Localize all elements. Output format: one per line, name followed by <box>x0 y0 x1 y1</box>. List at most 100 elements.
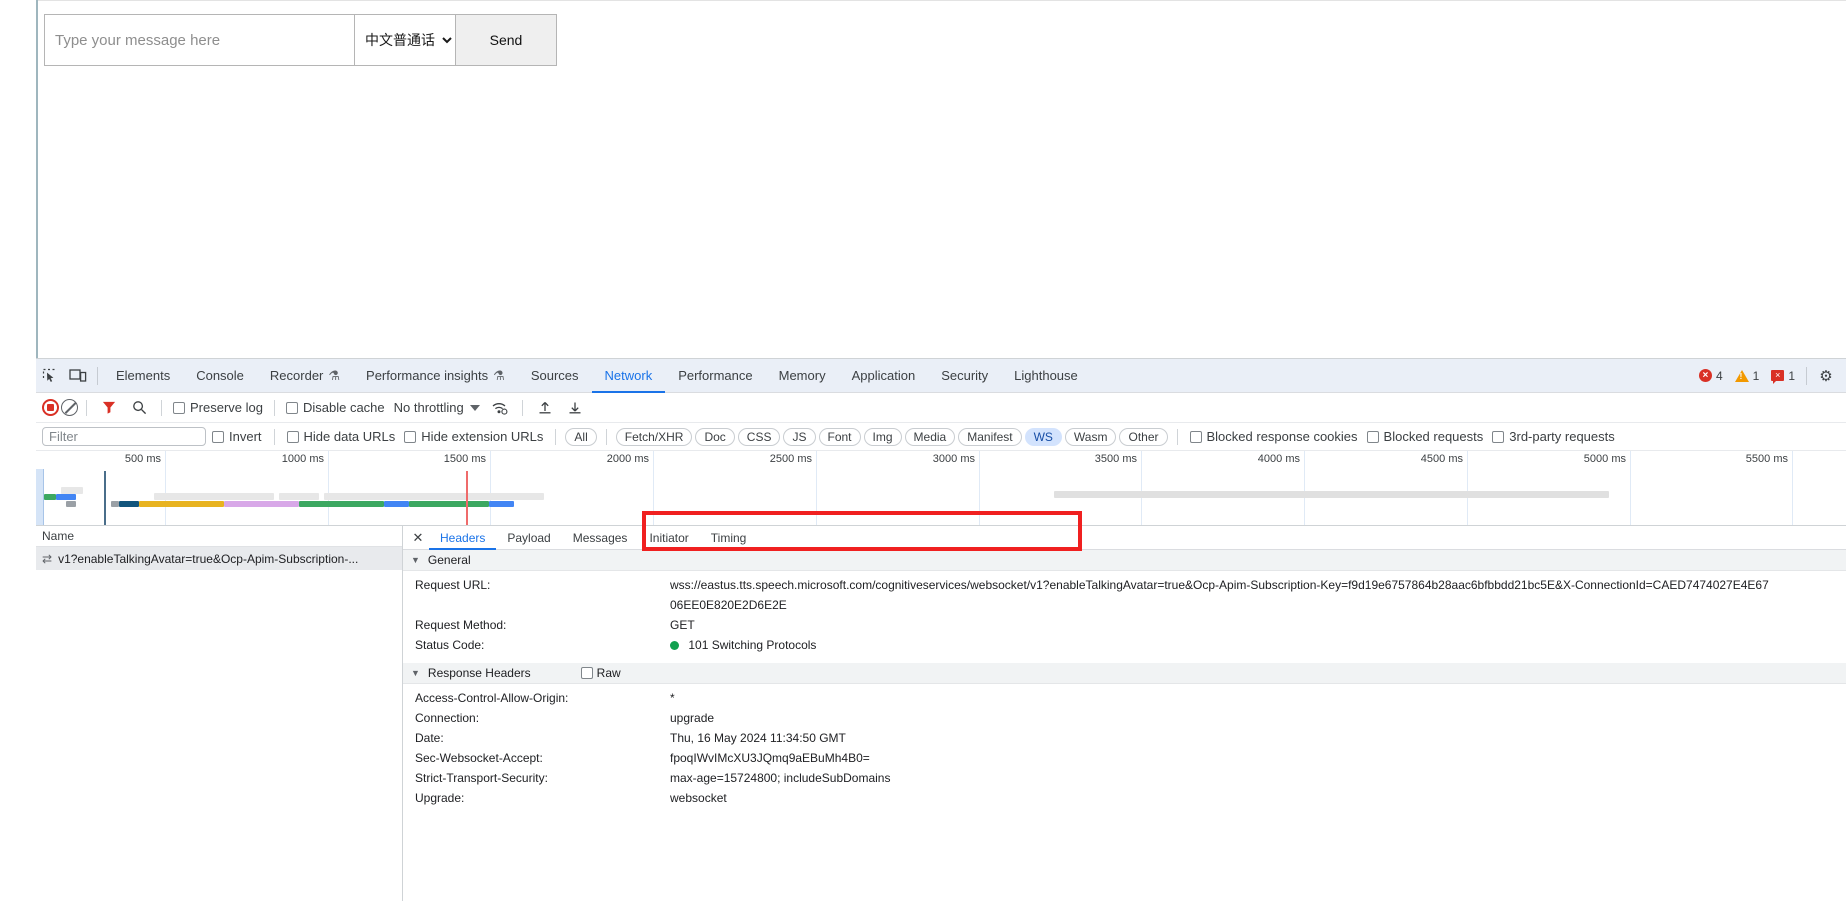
header-key: Sec-Websocket-Accept: <box>415 751 543 765</box>
overview-tick-label: 3500 ms <box>1094 453 1137 465</box>
detail-key: Request URL: <box>415 578 491 592</box>
hide-data-urls-checkbox[interactable]: Hide data URLs <box>284 429 399 444</box>
request-list-header[interactable]: Name <box>36 526 402 547</box>
detail-value-status-code: 101 Switching Protocols <box>670 635 816 655</box>
network-conditions-icon[interactable] <box>486 395 514 421</box>
overview-tick-label: 1500 ms <box>443 453 486 465</box>
table-row[interactable]: ⇄ v1?enableTalkingAvatar=true&Ocp-Apim-S… <box>36 547 402 570</box>
type-filter-img[interactable]: Img <box>863 427 902 446</box>
type-filter-label: WS <box>1033 429 1053 444</box>
invert-checkbox[interactable]: Invert <box>209 429 265 444</box>
tab-security[interactable]: Security <box>928 359 1001 393</box>
checkbox-box <box>1189 430 1202 443</box>
blocked-requests-checkbox[interactable]: Blocked requests <box>1364 429 1487 444</box>
type-filter-media[interactable]: Media <box>904 427 956 446</box>
preserve-log-checkbox[interactable]: Preserve log <box>170 400 266 415</box>
tab-headers-label: Headers <box>440 530 486 545</box>
filter-funnel-icon[interactable] <box>95 395 123 421</box>
inspect-cursor-icon[interactable] <box>36 363 64 389</box>
raw-toggle-checkbox[interactable]: Raw <box>580 666 621 680</box>
search-icon[interactable] <box>125 395 153 421</box>
blocked-response-cookies-label: Blocked response cookies <box>1206 429 1358 444</box>
overview-request-bar <box>56 494 76 500</box>
tab-initiator[interactable]: Initiator <box>638 526 699 550</box>
type-filter-doc[interactable]: Doc <box>695 427 735 446</box>
detail-key: Status Code: <box>415 638 485 652</box>
general-section-header[interactable]: ▼ General <box>403 550 1846 571</box>
tab-timing-label: Timing <box>710 530 747 545</box>
tab-console-label: Console <box>196 368 244 383</box>
type-filter-label: Img <box>872 429 893 444</box>
hide-extension-urls-label: Hide extension URLs <box>421 429 544 444</box>
blocked-response-cookies-checkbox[interactable]: Blocked response cookies <box>1187 429 1361 444</box>
overview-tick-label: 2500 ms <box>769 453 812 465</box>
type-filter-all[interactable]: All <box>565 427 597 446</box>
tab-sources[interactable]: Sources <box>518 359 592 393</box>
message-count[interactable]: × 1 <box>1765 369 1801 384</box>
overview-tick-line <box>979 451 980 525</box>
import-har-icon[interactable] <box>531 395 559 421</box>
detail-value-request-url[interactable]: wss://eastus.tts.speech.microsoft.com/co… <box>670 575 1770 615</box>
type-filter-label: CSS <box>746 429 772 444</box>
response-headers-section-header[interactable]: ▼ Response Headers Raw <box>403 663 1846 684</box>
record-stop-icon[interactable] <box>42 399 59 416</box>
language-select[interactable]: 中文普通话 <box>354 14 456 66</box>
disable-cache-checkbox[interactable]: Disable cache <box>283 400 388 415</box>
header-value: * <box>670 691 675 705</box>
overview-selection-handle[interactable] <box>36 469 44 525</box>
tab-application[interactable]: Application <box>839 359 929 393</box>
warning-count[interactable]: 1 <box>1729 369 1766 383</box>
overview-request-bar <box>384 501 409 507</box>
tab-memory[interactable]: Memory <box>766 359 839 393</box>
column-header-name: Name <box>42 529 75 543</box>
overview-request-bar <box>119 501 139 507</box>
general-section-title: General <box>427 553 471 567</box>
network-toolbar: Preserve log Disable cache No throttling <box>36 393 1846 423</box>
type-filter-js[interactable]: JS <box>783 427 816 446</box>
filter-input[interactable] <box>42 427 206 446</box>
clear-icon[interactable] <box>61 399 78 416</box>
tab-performance-insights[interactable]: Performance insights ⚗ <box>353 359 518 393</box>
overview-tick-line <box>1630 451 1631 525</box>
tab-performance[interactable]: Performance <box>665 359 765 393</box>
tab-elements[interactable]: Elements <box>103 359 183 393</box>
export-har-icon[interactable] <box>561 395 589 421</box>
close-icon[interactable]: ✕ <box>407 527 429 549</box>
type-filter-label: Doc <box>704 429 726 444</box>
device-toolbar-icon[interactable] <box>64 363 92 389</box>
header-value: upgrade <box>670 711 715 725</box>
type-filter-font[interactable]: Font <box>818 427 861 446</box>
tab-network-label: Network <box>604 368 653 383</box>
tab-payload[interactable]: Payload <box>496 526 561 550</box>
third-party-requests-checkbox[interactable]: 3rd-party requests <box>1489 429 1618 444</box>
tab-recorder[interactable]: Recorder ⚗ <box>257 359 353 393</box>
type-filter-manifest[interactable]: Manifest <box>958 427 1022 446</box>
type-filter-wasm[interactable]: Wasm <box>1064 427 1117 446</box>
error-count[interactable]: × 4 <box>1693 369 1729 383</box>
send-button[interactable]: Send <box>455 14 557 66</box>
overview-request-bar <box>66 501 76 507</box>
type-filter-css[interactable]: CSS <box>737 427 781 446</box>
experiment-flask-icon: ⚗ <box>493 367 505 383</box>
type-filter-fetch-xhr[interactable]: Fetch/XHR <box>615 427 693 446</box>
header-row: Upgrade: websocket <box>403 788 1846 808</box>
dom-content-loaded-marker <box>104 471 106 525</box>
gear-icon[interactable]: ⚙ <box>1812 363 1840 389</box>
hide-extension-urls-checkbox[interactable]: Hide extension URLs <box>401 429 546 444</box>
header-value: websocket <box>670 791 727 805</box>
type-filter-label: Font <box>827 429 852 444</box>
overview-tick-label: 5000 ms <box>1583 453 1626 465</box>
type-filter-other[interactable]: Other <box>1119 427 1168 446</box>
tab-messages[interactable]: Messages <box>562 526 639 550</box>
tab-timing[interactable]: Timing <box>700 526 758 550</box>
type-filter-ws[interactable]: WS <box>1024 427 1062 446</box>
network-overview-timeline[interactable]: 500 ms 1000 ms 1500 ms 2000 ms 2500 ms 3000 m… <box>36 451 1846 526</box>
header-key: Date: <box>415 731 444 745</box>
message-input[interactable] <box>44 14 355 66</box>
tab-lighthouse[interactable]: Lighthouse <box>1001 359 1091 393</box>
type-filter-label: Media <box>913 429 947 444</box>
throttling-select[interactable]: No throttling <box>390 400 484 415</box>
tab-network[interactable]: Network <box>592 359 666 393</box>
tab-headers[interactable]: Headers <box>429 526 496 550</box>
tab-console[interactable]: Console <box>183 359 257 393</box>
